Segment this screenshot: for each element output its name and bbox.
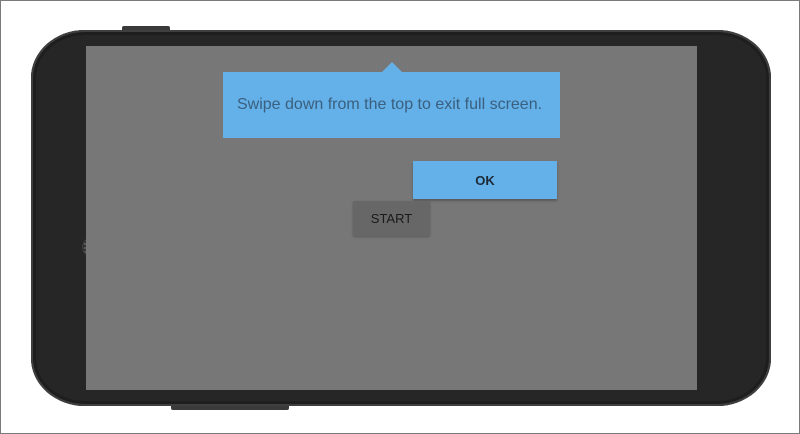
fullscreen-hint-text: Swipe down from the top to exit full scr…: [237, 96, 543, 113]
ok-button-label: OK: [475, 172, 495, 188]
start-button-label: START: [370, 211, 413, 226]
screenshot-frame: Swipe down from the top to exit full scr…: [0, 0, 800, 434]
start-button[interactable]: START: [353, 201, 430, 236]
tooltip-arrow-icon: [382, 62, 402, 72]
ok-button[interactable]: OK: [413, 161, 557, 199]
fullscreen-hint-tooltip: Swipe down from the top to exit full scr…: [223, 72, 560, 138]
device-screen: Swipe down from the top to exit full scr…: [86, 46, 697, 390]
